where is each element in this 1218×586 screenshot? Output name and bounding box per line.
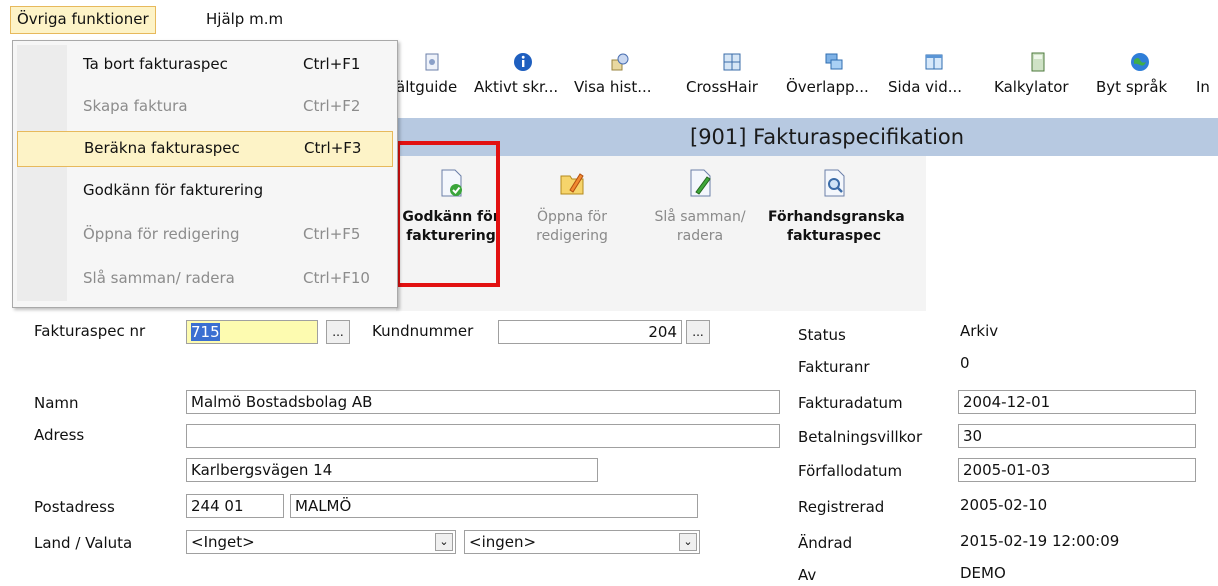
calculator-icon [1031,52,1045,72]
toolbar-button-sida-vid[interactable]: Sida vid... [888,44,980,114]
toolbar-button-aktivt-skr[interactable]: Aktivt skr... [474,44,572,114]
menu-item-label: Godkänn för fakturering [83,181,264,199]
preview-icon [824,169,845,197]
chevron-down-icon[interactable]: ⌄ [435,533,453,551]
overlap-icon [825,53,843,70]
highlight-box [396,141,500,287]
menu-item-godkann-for-fakturering[interactable]: Godkänn för fakturering [17,173,393,209]
toolbar-button-overlapp[interactable]: Överlapp... [786,44,882,114]
open-for-editing-button[interactable]: Öppna för redigering [514,156,630,296]
chevron-down-icon[interactable]: ⌄ [679,533,697,551]
fakturaspec-nr-value: 715 [191,323,220,341]
toolbar-label: Visa hist... [574,78,652,96]
toolbar-button-byt-sprak[interactable]: Byt språk [1096,44,1184,114]
menu-item-ta-bort-fakturaspec[interactable]: Ta bort fakturaspec Ctrl+F1 [17,47,393,83]
menu-item-label: Öppna för redigering [83,225,240,243]
toolbar-label: Aktivt skr... [474,78,559,96]
toolbar-button-visa-hist[interactable]: Visa hist... [574,44,666,114]
adress-label: Adress [34,426,85,444]
menu-item-shortcut: Ctrl+F10 [303,269,370,287]
toolbar-label: ältguide [396,78,458,96]
toolbar-button-crosshair[interactable]: CrossHair [686,44,778,114]
preview-fakturaspec-label: Förhandsgranska fakturaspec [768,209,905,244]
land-valuta-label: Land / Valuta [34,534,133,552]
forfallodatum-field[interactable]: 2005-01-03 [958,458,1196,482]
open-for-editing-label: Öppna för redigering [536,209,608,244]
edit-folder-icon [560,173,584,195]
toolbar-label: Byt språk [1096,78,1168,96]
menu-hjalp[interactable]: Hjälp m.m [200,6,289,32]
fakturaspec-browse-button[interactable]: ... [326,320,350,344]
fakturaspec-nr-label: Fakturaspec nr [34,322,146,340]
adress-field-2[interactable]: Karlbergsvägen 14 [186,458,598,482]
fakturanr-label: Fakturanr [798,358,870,376]
menu-item-label: Skapa faktura [83,97,188,115]
status-value: Arkiv [960,322,999,340]
toolbar-label: In [1196,78,1210,96]
menu-item-shortcut: Ctrl+F2 [303,97,361,115]
merge-delete-label: Slå samman/ radera [654,209,746,244]
globe-icon [1131,53,1149,71]
fakturadatum-field[interactable]: 2004-12-01 [958,390,1196,414]
av-value: DEMO [960,564,1006,582]
fakturanr-value: 0 [960,354,970,372]
registrerad-value: 2005-02-10 [960,496,1048,514]
menu-item-berakna-fakturaspec[interactable]: Beräkna fakturaspec Ctrl+F3 [17,131,393,167]
side-by-side-icon [925,54,943,70]
ovriga-funktioner-dropdown: Ta bort fakturaspec Ctrl+F1 Skapa faktur… [12,40,398,308]
toolbar-label: Sida vid... [888,78,963,96]
toolbar-button-faltguide[interactable]: ältguide [396,44,468,114]
menu-item-sla-samman-radera[interactable]: Slå samman/ radera Ctrl+F10 [17,261,393,297]
forfallodatum-label: Förfallodatum [798,462,903,480]
preview-fakturaspec-button[interactable]: Förhandsgranska fakturaspec [768,156,905,296]
menu-ovriga-funktioner[interactable]: Övriga funktioner [10,6,156,34]
menu-item-shortcut: Ctrl+F3 [304,139,362,157]
valuta-select[interactable]: <ingen> ⌄ [464,530,700,554]
menu-item-skapa-faktura[interactable]: Skapa faktura Ctrl+F2 [17,89,393,125]
menu-item-shortcut: Ctrl+F5 [303,225,361,243]
namn-field[interactable]: Malmö Bostadsbolag AB [186,390,780,414]
merge-delete-button[interactable]: Slå samman/ radera [642,156,758,296]
valuta-select-value: <ingen> [469,533,537,551]
toolbar-label: CrossHair [686,78,758,96]
fakturadatum-label: Fakturadatum [798,394,903,412]
crosshair-icon [723,53,741,71]
registrerad-label: Registrerad [798,498,885,516]
window-title-bar: [901] Fakturaspecifikation [396,118,1218,156]
menu-item-label: Beräkna fakturaspec [84,139,240,157]
info-icon [514,53,532,71]
toolbar-button-in[interactable]: In [1196,44,1218,114]
document-icon [425,53,439,71]
land-select-value: <Inget> [191,533,255,551]
postadress-label: Postadress [34,498,115,516]
history-icon [611,53,629,71]
andrad-value: 2015-02-19 12:00:09 [960,532,1120,550]
menu-bar: Övriga funktioner Hjälp m.m [0,0,1218,36]
av-label: Av [798,566,817,584]
kundnummer-label: Kundnummer [372,322,474,340]
toolbar-label: Överlapp... [786,78,869,96]
status-label: Status [798,326,846,344]
betalningsvillkor-field[interactable]: 30 [958,424,1196,448]
andrad-label: Ändrad [798,534,853,552]
toolbar-label: Kalkylator [994,78,1069,96]
toolbar-button-kalkylator[interactable]: Kalkylator [994,44,1082,114]
kundnummer-browse-button[interactable]: ... [686,320,710,344]
namn-label: Namn [34,394,79,412]
betalningsvillkor-label: Betalningsvillkor [798,428,923,446]
ort-field[interactable]: MALMÖ [290,494,698,518]
adress-field-1[interactable] [186,424,780,448]
fakturaspec-nr-field[interactable]: 715 [186,320,318,344]
menu-item-shortcut: Ctrl+F1 [303,55,361,73]
window-title: [901] Fakturaspecifikation [690,125,965,149]
merge-document-icon [690,169,711,197]
menu-item-oppna-for-redigering[interactable]: Öppna för redigering Ctrl+F5 [17,217,393,253]
postnummer-field[interactable]: 244 01 [186,494,284,518]
menu-item-label: Slå samman/ radera [83,269,235,287]
kundnummer-field[interactable]: 204 [498,320,682,344]
land-select[interactable]: <Inget> ⌄ [186,530,456,554]
menu-item-label: Ta bort fakturaspec [83,55,228,73]
